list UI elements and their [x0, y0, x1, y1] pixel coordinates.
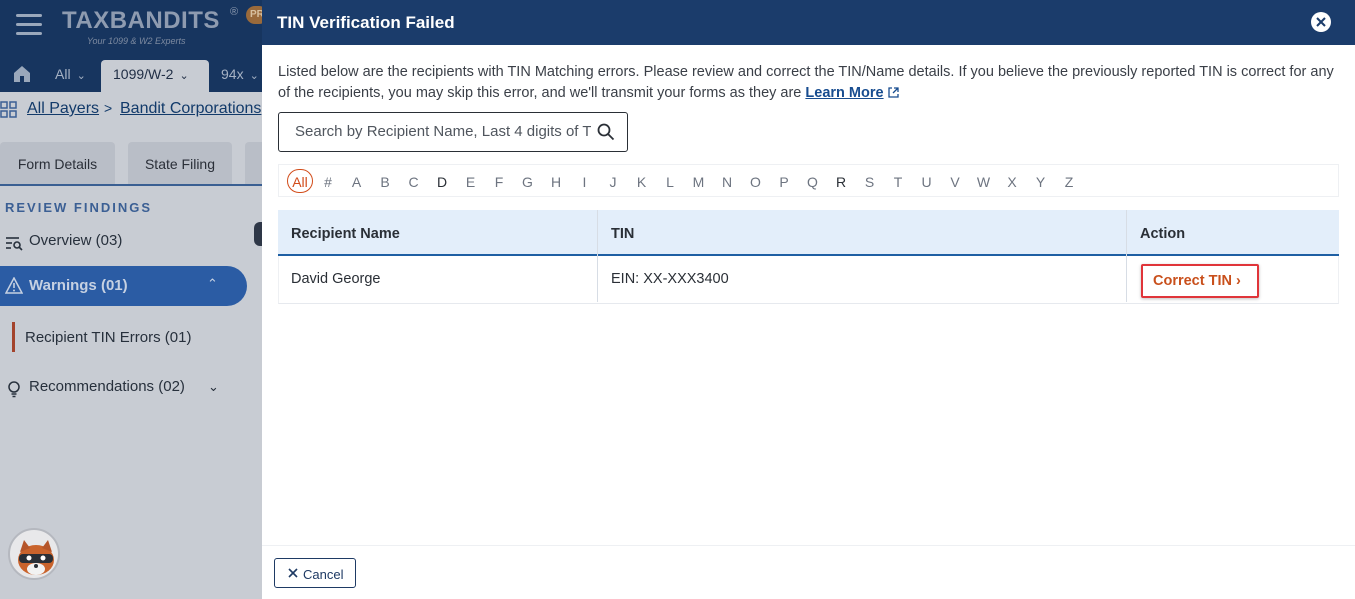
- nav-tab-label: 1099/W-2: [113, 66, 174, 82]
- review-findings-title: REVIEW FINDINGS: [5, 200, 153, 215]
- brand-logo: TAXBANDITS: [62, 7, 220, 34]
- cancel-label: Cancel: [303, 567, 344, 582]
- column-header-tin: TIN: [611, 226, 635, 242]
- letter-filter-z[interactable]: Z: [1061, 174, 1077, 190]
- letter-filter-d[interactable]: D: [434, 174, 450, 190]
- active-indicator: [12, 322, 15, 352]
- letter-filter-k[interactable]: K: [634, 174, 650, 190]
- sidebar-item-label: Overview (03): [29, 232, 123, 249]
- sidebar-item-warnings[interactable]: Warnings (01) ⌃: [0, 266, 247, 306]
- letter-filter-j[interactable]: J: [605, 174, 621, 190]
- correct-tin-label: Correct TIN: [1153, 273, 1232, 289]
- column-header-action: Action: [1140, 226, 1186, 242]
- chevron-down-icon: ⌄: [179, 70, 189, 82]
- raccoon-mascot-icon: [18, 540, 54, 575]
- nav-tab-1099-w2[interactable]: 1099/W-2 ⌄: [101, 60, 209, 92]
- tin-verification-modal: TIN Verification Failed Listed below are…: [262, 0, 1355, 599]
- column-header-recipient-name: Recipient Name: [291, 226, 400, 242]
- letter-filter-all[interactable]: All: [287, 169, 313, 193]
- letter-filter-x[interactable]: X: [1004, 174, 1020, 190]
- close-button[interactable]: [1311, 12, 1331, 32]
- list-search-icon: [6, 237, 23, 251]
- letter-filter-f[interactable]: F: [491, 174, 507, 190]
- letter-filter-p[interactable]: P: [776, 174, 792, 190]
- chevron-down-icon: ⌄: [208, 379, 219, 394]
- chevron-down-icon: ⌄: [76, 70, 86, 82]
- collapse-handle[interactable]: [254, 222, 262, 246]
- breadcrumb-payer[interactable]: Bandit Corporations: [120, 100, 261, 118]
- learn-more-link[interactable]: Learn More: [805, 85, 899, 101]
- letter-filter-v[interactable]: V: [947, 174, 963, 190]
- lightbulb-icon: [8, 381, 20, 398]
- chevron-right-icon: ›: [1236, 273, 1241, 289]
- letter-filter-g[interactable]: G: [520, 174, 536, 190]
- cancel-button[interactable]: Cancel: [274, 558, 356, 588]
- nav-all-dropdown[interactable]: All ⌄: [55, 66, 86, 82]
- correct-tin-button[interactable]: Correct TIN ›: [1141, 264, 1259, 298]
- tab-more[interactable]: [245, 142, 262, 184]
- app-topbar: TAXBANDITS ® Your 1099 & W2 Experts PR A…: [0, 0, 262, 92]
- sidebar-item-tin-errors[interactable]: Recipient TIN Errors (01): [0, 322, 262, 352]
- table-row: David George EIN: XX-XXX3400 Correct TIN…: [278, 256, 1339, 304]
- table-header: Recipient Name TIN Action: [278, 210, 1339, 256]
- learn-more-label: Learn More: [805, 85, 884, 101]
- letter-filter-b[interactable]: B: [377, 174, 393, 190]
- letter-filter-w[interactable]: W: [976, 174, 992, 190]
- letter-filter-a[interactable]: A: [349, 174, 365, 190]
- letter-filter-q[interactable]: Q: [805, 174, 821, 190]
- modal-intro: Listed below are the recipients with TIN…: [278, 62, 1348, 104]
- alphabet-filter: All # A B C D E F G H I J K L M N O P Q R S T U V W X Y Z: [278, 164, 1339, 197]
- external-link-icon: [887, 87, 899, 98]
- breadcrumb-all-payers[interactable]: All Payers: [27, 100, 99, 118]
- sidebar-item-label: Recommendations (02): [29, 378, 185, 395]
- modal-header: TIN Verification Failed: [262, 0, 1355, 45]
- letter-filter-hash[interactable]: #: [320, 174, 336, 190]
- cell-tin: EIN: XX-XXX3400: [611, 271, 729, 287]
- chevron-up-icon: ⌃: [207, 276, 218, 291]
- nav-tab-94x[interactable]: 94x ⌄: [221, 66, 259, 82]
- breadcrumb-separator: >: [104, 100, 113, 116]
- logo-tagline: Your 1099 & W2 Experts: [87, 36, 186, 46]
- sidebar-item-label: Recipient TIN Errors (01): [25, 329, 192, 346]
- letter-filter-s[interactable]: S: [862, 174, 878, 190]
- sidebar-item-recommendations[interactable]: Recommendations (02) ⌄: [0, 378, 262, 400]
- letter-filter-y[interactable]: Y: [1033, 174, 1049, 190]
- letter-filter-m[interactable]: M: [691, 174, 707, 190]
- sidebar-item-label: Warnings (01): [29, 277, 128, 294]
- letter-filter-o[interactable]: O: [748, 174, 764, 190]
- letter-filter-t[interactable]: T: [890, 174, 906, 190]
- home-icon[interactable]: [12, 64, 32, 84]
- search-input[interactable]: [295, 123, 591, 140]
- letter-filter-n[interactable]: N: [719, 174, 735, 190]
- letter-filter-l[interactable]: L: [662, 174, 678, 190]
- chevron-down-icon: ⌄: [249, 70, 259, 82]
- warning-icon: [5, 277, 23, 294]
- logo-registered-mark: ®: [230, 6, 239, 18]
- letter-filter-c[interactable]: C: [406, 174, 422, 190]
- search-icon[interactable]: [597, 123, 615, 141]
- cell-recipient-name: David George: [291, 271, 381, 287]
- tab-state-filing[interactable]: State Filing: [128, 142, 232, 184]
- modal-title: TIN Verification Failed: [277, 13, 455, 32]
- letter-filter-h[interactable]: H: [548, 174, 564, 190]
- background-app: TAXBANDITS ® Your 1099 & W2 Experts PR A…: [0, 0, 262, 599]
- letter-filter-i[interactable]: I: [577, 174, 593, 190]
- nav-tab-label: 94x: [221, 66, 244, 82]
- close-icon: [1316, 17, 1326, 27]
- app-nav: All ⌄ 1099/W-2 ⌄ 94x ⌄: [0, 58, 262, 92]
- grid-icon: [0, 101, 17, 118]
- nav-all-label: All: [55, 66, 71, 82]
- assistant-avatar[interactable]: [8, 528, 60, 580]
- recipient-search: [278, 112, 628, 152]
- tab-form-details[interactable]: Form Details: [0, 142, 115, 184]
- subtabs: Form Details State Filing: [0, 142, 262, 186]
- modal-footer: Cancel: [262, 545, 1355, 599]
- letter-filter-e[interactable]: E: [463, 174, 479, 190]
- menu-icon[interactable]: [16, 14, 42, 36]
- letter-filter-r[interactable]: R: [833, 174, 849, 190]
- pro-badge: PR: [246, 6, 262, 24]
- close-icon: [288, 568, 298, 578]
- sidebar-item-overview[interactable]: Overview (03): [0, 232, 262, 254]
- letter-filter-u[interactable]: U: [919, 174, 935, 190]
